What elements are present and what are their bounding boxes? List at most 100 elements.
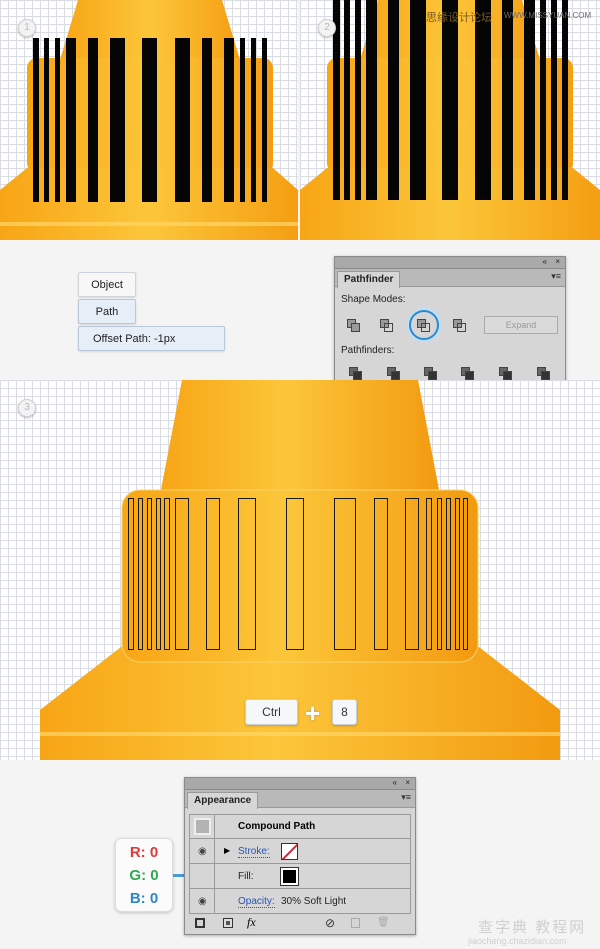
barcode-bar (33, 38, 39, 202)
barcode-bar (366, 0, 377, 200)
watermark-bottom-cn: 查字典 教程网 (478, 919, 587, 936)
barcode-bar (202, 38, 212, 202)
barcode-bar (286, 498, 304, 650)
pathfinder-icon[interactable] (349, 367, 363, 381)
tab-appearance[interactable]: Appearance (187, 792, 259, 809)
barcode-bar (175, 38, 190, 202)
barcode-bar (442, 0, 458, 200)
collapse-icon[interactable]: « (393, 778, 397, 787)
expand-triangle-icon[interactable]: ▶ (224, 846, 230, 855)
barcode-bar (455, 498, 460, 650)
opacity-link[interactable]: Opacity: (238, 896, 275, 908)
barcode-bar (334, 498, 356, 650)
fill-black-swatch[interactable] (280, 867, 299, 886)
appearance-row-fill[interactable]: Fill: (189, 864, 411, 889)
barcode-bar (147, 498, 152, 650)
duplicate-icon[interactable] (351, 918, 360, 928)
pathfinder-icon[interactable] (424, 367, 438, 381)
fx-icon[interactable]: fx (247, 915, 256, 930)
barcode-bar (238, 498, 256, 650)
barcode-bar (156, 498, 161, 650)
menu-object[interactable]: Object (78, 272, 136, 297)
barcode-bar (405, 498, 419, 650)
barcode-bar (502, 0, 513, 200)
appearance-row-stroke[interactable]: ◉ ▶ Stroke: (189, 839, 411, 864)
fill-label: Fill: (238, 871, 254, 882)
barcode-bar (224, 38, 234, 202)
barcode-bar (446, 498, 451, 650)
watermark-url: WWW.MISSYUAN.COM (504, 11, 592, 20)
step-badge: 1 (18, 19, 36, 37)
appearance-row-opacity[interactable]: ◉ Opacity: 30% Soft Light (189, 889, 411, 914)
eight-key: 8 (332, 699, 357, 725)
compound-path-title: Compound Path (238, 821, 316, 832)
barcode-bar (206, 498, 220, 650)
barcode-bar (175, 498, 189, 650)
barcode-bar (240, 38, 245, 202)
barcode-bar (475, 0, 491, 200)
barcode-bar (437, 498, 442, 650)
barcode-bar (142, 38, 157, 202)
pathfinder-icon[interactable] (387, 367, 401, 381)
stroke-link[interactable]: Stroke: (238, 846, 270, 858)
ctrl-key: Ctrl (245, 699, 298, 725)
barcode-bar (355, 0, 361, 200)
thumbnail (194, 818, 211, 835)
appearance-footer: fx ⊘ 🗑 (185, 914, 415, 934)
menu-path[interactable]: Path (78, 299, 136, 324)
highlight-ring (409, 310, 439, 340)
rgb-callout: R: 0 G: 0 B: 0 (115, 838, 173, 912)
barcode-bar (66, 38, 76, 202)
watermark-cn: 思缘设计论坛 (426, 12, 492, 24)
close-icon[interactable]: × (555, 257, 560, 266)
barcode-bar (262, 38, 267, 202)
barcode-bar (410, 0, 426, 200)
stroke-none-swatch[interactable] (281, 843, 298, 860)
pathfinder-icon[interactable] (499, 367, 513, 381)
add-fill-icon[interactable] (223, 918, 233, 928)
barcode-bar (540, 0, 546, 200)
barcode-bar (251, 38, 256, 202)
barcode-bar (344, 0, 350, 200)
pathfinders-label: Pathfinders: (341, 345, 395, 356)
clear-appearance-icon[interactable]: ⊘ (325, 916, 335, 930)
add-stroke-icon[interactable] (195, 918, 205, 928)
appearance-row-title[interactable]: Compound Path (189, 814, 411, 839)
eye-icon[interactable]: ◉ (198, 846, 207, 857)
step1-canvas: 1 (0, 0, 298, 240)
barcode-bar (128, 498, 134, 650)
rgb-r: R: 0 (129, 844, 159, 861)
tab-pathfinder[interactable]: Pathfinder (337, 271, 401, 288)
barcode-bar (562, 0, 568, 200)
step-badge: 3 (18, 399, 36, 417)
barcode-bar (88, 38, 98, 202)
expand-button[interactable]: Expand (484, 316, 558, 334)
barcode-bar (164, 498, 170, 650)
panel-menu-icon[interactable]: ▾≡ (551, 271, 561, 282)
barcode-bar (524, 0, 535, 200)
pathfinder-icon[interactable] (461, 367, 475, 381)
shape-mode-icon[interactable] (347, 319, 361, 333)
shape-mode-icon[interactable] (380, 319, 394, 333)
pathfinder-panel: « × Pathfinder ▾≡ Shape Modes: Expand Path… (334, 256, 566, 392)
plus-icon: + (305, 698, 321, 728)
barcode-bar (463, 498, 468, 650)
eye-icon[interactable]: ◉ (198, 896, 207, 907)
appearance-panel: « × Appearance ▾≡ Compound Path ◉ ▶ Stroke… (184, 777, 416, 935)
shape-mode-icon[interactable] (453, 319, 467, 333)
watermark-bottom-url: jiaocheng.chazidian.com (468, 936, 567, 946)
barcode-bar (55, 38, 60, 202)
pathfinder-icon[interactable] (537, 367, 551, 381)
barcode-bar (138, 498, 143, 650)
trash-icon[interactable]: 🗑 (377, 917, 390, 928)
panel-menu-icon[interactable]: ▾≡ (401, 792, 411, 803)
collapse-icon[interactable]: « (543, 257, 547, 266)
barcode-bar (426, 498, 432, 650)
close-icon[interactable]: × (405, 778, 410, 787)
barcode-bar (44, 38, 49, 202)
shape-modes-label: Shape Modes: (341, 294, 406, 305)
rgb-b: B: 0 (129, 890, 159, 907)
menu-offset-path[interactable]: Offset Path: -1px (78, 326, 225, 351)
rgb-g: G: 0 (129, 867, 159, 884)
step-badge: 2 (318, 19, 336, 37)
